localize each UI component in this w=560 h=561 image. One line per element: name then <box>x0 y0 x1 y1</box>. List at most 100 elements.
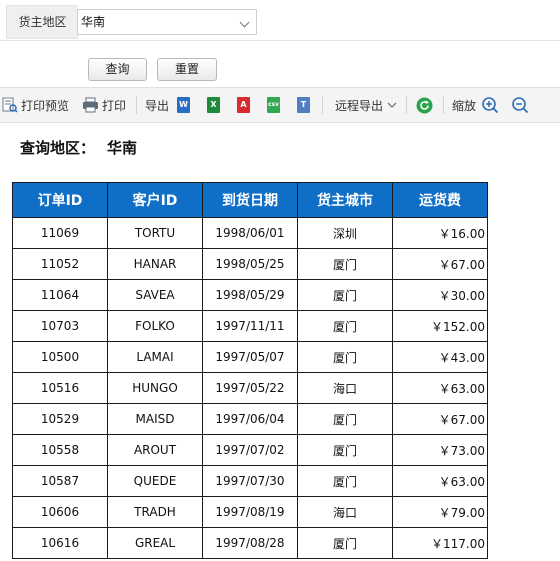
table-cell: ￥43.00 <box>392 341 488 373</box>
table-cell: 11052 <box>12 248 108 280</box>
table-cell: 厦门 <box>297 341 393 373</box>
table-cell: 1997/11/11 <box>202 310 298 342</box>
remote-export-label: 远程导出 <box>335 98 384 113</box>
filter-bar: 货主地区 华南 <box>0 0 560 41</box>
table-cell: 1997/08/19 <box>202 496 298 528</box>
column-header: 运货费 <box>392 182 488 218</box>
table-cell: ￥79.00 <box>392 496 488 528</box>
csv-icon[interactable]: csv <box>267 97 280 113</box>
table-row: 10606 TRADH 1997/08/19 海口 ￥79.00 <box>12 496 488 528</box>
table-cell: ￥67.00 <box>392 248 488 280</box>
toolbar-divider <box>322 96 323 114</box>
table-cell: 1997/07/02 <box>202 434 298 466</box>
region-filter-label: 货主地区 <box>6 5 78 39</box>
table-row: 10516 HUNGO 1997/05/22 海口 ￥63.00 <box>12 372 488 404</box>
toolbar-divider <box>136 96 137 114</box>
print-label: 打印 <box>102 98 127 113</box>
excel-icon[interactable]: X <box>207 97 220 113</box>
table-cell: 1997/06/04 <box>202 403 298 435</box>
reset-button[interactable]: 重置 <box>157 58 217 81</box>
report-toolbar: 打印预览 打印 导出 W X A csv T 远程导出 缩放 <box>0 87 560 123</box>
toolbar-divider <box>406 96 407 114</box>
table-cell: ￥63.00 <box>392 465 488 497</box>
table-cell: 10516 <box>12 372 108 404</box>
zoom-in-button[interactable] <box>481 88 499 122</box>
table-cell: 10616 <box>12 527 108 559</box>
zoom-label: 缩放 <box>452 98 477 113</box>
orders-table: 订单ID 客户ID 到货日期 货主城市 运货费 11069 TORTU 1998/0… <box>12 182 488 559</box>
table-cell: 10529 <box>12 403 108 435</box>
report-title-label: 查询地区： <box>20 139 96 157</box>
table-cell: 11064 <box>12 279 108 311</box>
table-cell: ￥67.00 <box>392 403 488 435</box>
chevron-down-icon <box>387 102 397 108</box>
table-cell: TORTU <box>107 217 203 249</box>
table-cell: 厦门 <box>297 279 393 311</box>
query-button[interactable]: 查询 <box>88 58 147 81</box>
toolbar-divider <box>443 96 444 114</box>
table-row: 11069 TORTU 1998/06/01 深圳 ￥16.00 <box>12 217 488 249</box>
table-cell: 10558 <box>12 434 108 466</box>
table-cell: 10500 <box>12 341 108 373</box>
table-cell: 1998/05/29 <box>202 279 298 311</box>
table-cell: 1997/07/30 <box>202 465 298 497</box>
table-cell: 10606 <box>12 496 108 528</box>
table-cell: 海口 <box>297 496 393 528</box>
remote-export-dropdown[interactable]: 远程导出 <box>335 88 398 122</box>
zoom-out-icon <box>512 97 529 114</box>
table-cell: 海口 <box>297 372 393 404</box>
zoom-out-button[interactable] <box>511 88 529 122</box>
table-cell: 10587 <box>12 465 108 497</box>
text-icon[interactable]: T <box>297 97 310 113</box>
word-icon[interactable]: W <box>177 97 190 113</box>
table-cell: 1997/05/07 <box>202 341 298 373</box>
print-button[interactable]: 打印 <box>82 88 126 122</box>
print-preview-label: 打印预览 <box>21 98 70 113</box>
table-row: 11064 SAVEA 1998/05/29 厦门 ￥30.00 <box>12 279 488 311</box>
table-row: 10529 MAISD 1997/06/04 厦门 ￥67.00 <box>12 403 488 435</box>
table-cell: 厦门 <box>297 465 393 497</box>
table-cell: GREAL <box>107 527 203 559</box>
table-row: 10500 LAMAI 1997/05/07 厦门 ￥43.00 <box>12 341 488 373</box>
table-cell: ￥30.00 <box>392 279 488 311</box>
export-label: 导出 <box>145 98 170 113</box>
column-header: 订单ID <box>12 182 108 218</box>
table-cell: LAMAI <box>107 341 203 373</box>
print-preview-button[interactable]: 打印预览 <box>2 88 69 122</box>
table-cell: 厦门 <box>297 403 393 435</box>
table-row: 10587 QUEDE 1997/07/30 厦门 ￥63.00 <box>12 465 488 497</box>
chevron-down-icon <box>239 17 250 28</box>
table-cell: 厦门 <box>297 248 393 280</box>
zoom-in-icon <box>482 97 499 114</box>
table-cell: ￥73.00 <box>392 434 488 466</box>
table-cell: MAISD <box>107 403 203 435</box>
column-header: 货主城市 <box>297 182 393 218</box>
table-row: 11052 HANAR 1998/05/25 厦门 ￥67.00 <box>12 248 488 280</box>
table-cell: AROUT <box>107 434 203 466</box>
table-cell: 厦门 <box>297 527 393 559</box>
table-cell: 1997/05/22 <box>202 372 298 404</box>
table-cell: HUNGO <box>107 372 203 404</box>
table-cell: 厦门 <box>297 310 393 342</box>
table-cell: 1997/08/28 <box>202 527 298 559</box>
print-preview-icon <box>2 97 18 113</box>
table-row: 10703 FOLKO 1997/11/11 厦门 ￥152.00 <box>12 310 488 342</box>
table-row: 10558 AROUT 1997/07/02 厦门 ￥73.00 <box>12 434 488 466</box>
column-header: 到货日期 <box>202 182 298 218</box>
table-cell: SAVEA <box>107 279 203 311</box>
table-cell: HANAR <box>107 248 203 280</box>
table-cell: 1998/05/25 <box>202 248 298 280</box>
region-select[interactable]: 华南 <box>77 9 257 35</box>
printer-icon <box>83 97 98 113</box>
table-cell: 深圳 <box>297 217 393 249</box>
pdf-icon[interactable]: A <box>237 97 250 113</box>
table-row: 10616 GREAL 1997/08/28 厦门 ￥117.00 <box>12 527 488 559</box>
region-select-value: 华南 <box>81 15 106 29</box>
table-cell: 11069 <box>12 217 108 249</box>
table-cell: 10703 <box>12 310 108 342</box>
table-header-row: 订单ID 客户ID 到货日期 货主城市 运货费 <box>12 182 488 218</box>
refresh-button[interactable] <box>416 88 433 122</box>
table-cell: 厦门 <box>297 434 393 466</box>
table-cell: ￥117.00 <box>392 527 488 559</box>
table-cell: TRADH <box>107 496 203 528</box>
